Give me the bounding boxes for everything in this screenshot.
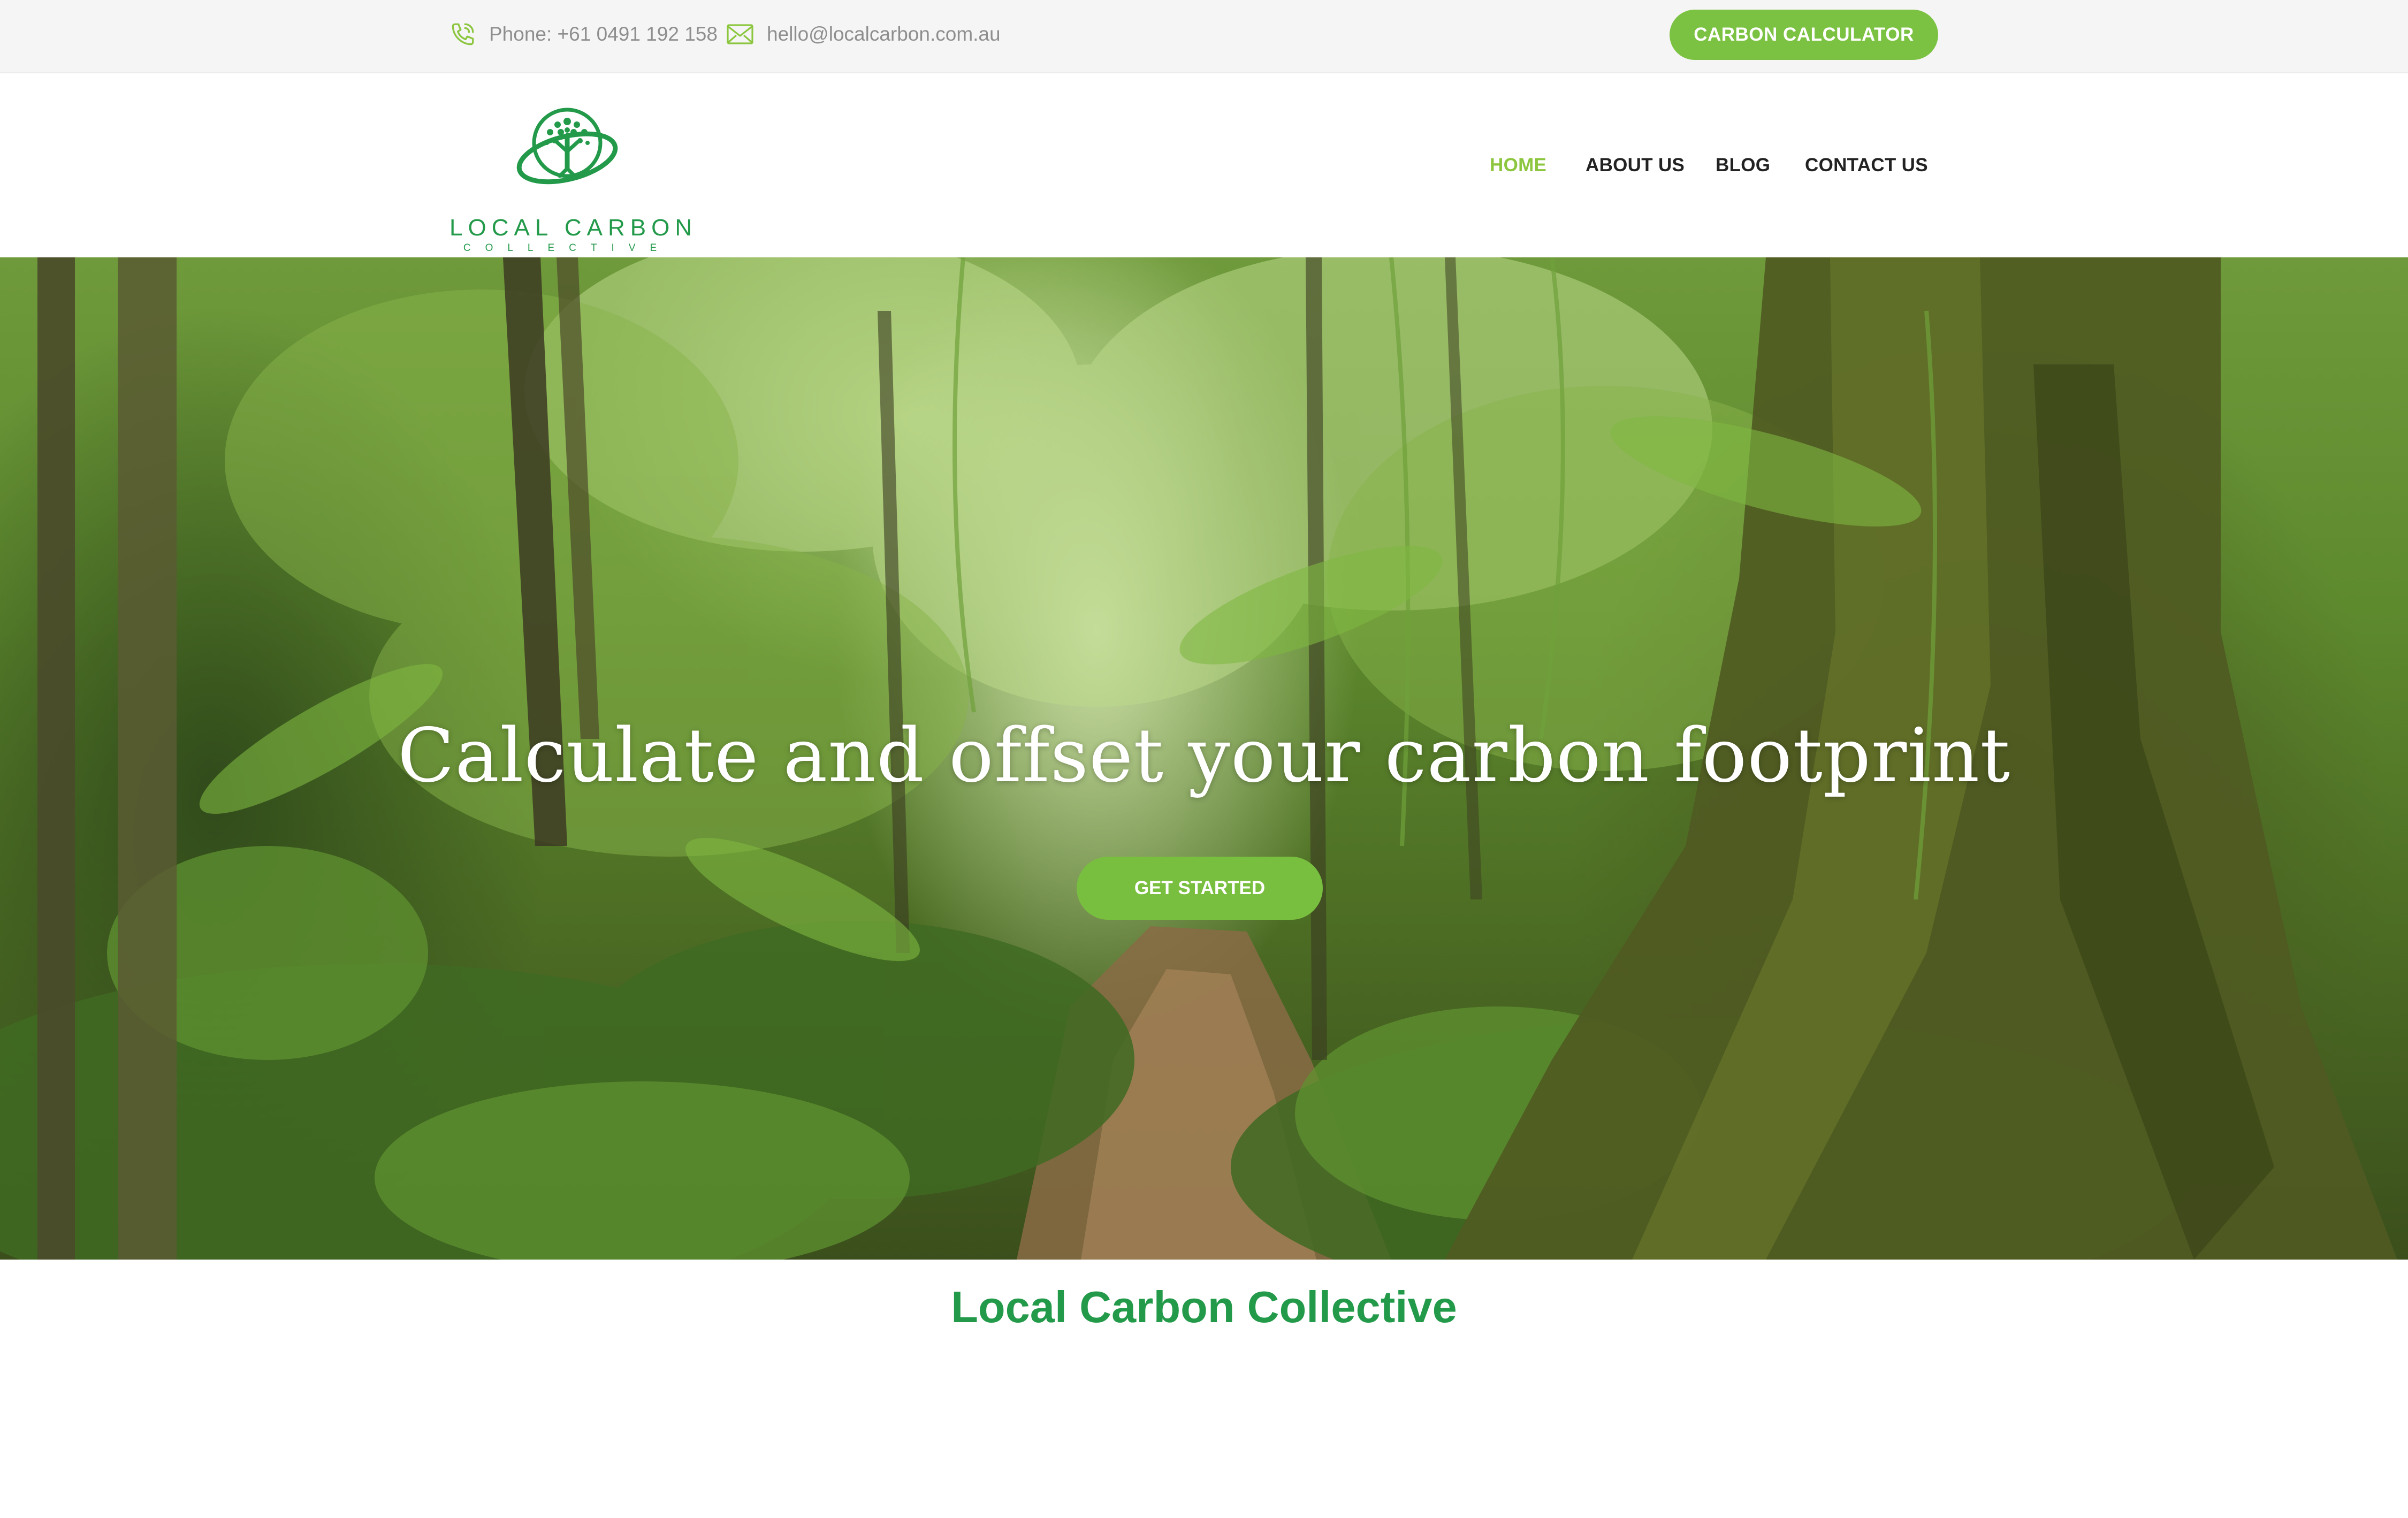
- site-header: LOCAL CARBON COLLECTIVE HOME ABOUT US BL…: [0, 73, 2408, 257]
- carbon-calculator-button[interactable]: CARBON CALCULATOR: [1670, 10, 1938, 60]
- section-title: Local Carbon Collective: [951, 1282, 1457, 1332]
- nav-home[interactable]: HOME: [1490, 73, 1546, 257]
- nav-about-us[interactable]: ABOUT US: [1586, 73, 1685, 257]
- nav-contact-us[interactable]: CONTACT US: [1805, 73, 1928, 257]
- phone-icon: [452, 23, 474, 45]
- email-contact[interactable]: hello@localcarbon.com.au: [726, 0, 1001, 68]
- site-logo[interactable]: LOCAL CARBON COLLECTIVE: [449, 100, 692, 254]
- hero-title: Calculate and offset your carbon footpri…: [397, 712, 2011, 799]
- top-bar: Phone: +61 0491 192 158 hello@localcarbo…: [0, 0, 2408, 73]
- envelope-icon: [727, 24, 753, 44]
- hero-banner: Calculate and offset your carbon footpri…: [0, 257, 2408, 1260]
- get-started-button[interactable]: GET STARTED: [1077, 857, 1323, 920]
- tree-globe-logo-icon: [516, 108, 618, 185]
- nav-blog[interactable]: BLOG: [1716, 73, 1770, 257]
- phone-text: Phone: +61 0491 192 158: [489, 23, 718, 45]
- logo-name: LOCAL CARBON: [449, 215, 698, 241]
- logo-subtitle: COLLECTIVE: [463, 242, 672, 254]
- email-text: hello@localcarbon.com.au: [767, 23, 1001, 45]
- phone-contact[interactable]: Phone: +61 0491 192 158: [449, 0, 718, 68]
